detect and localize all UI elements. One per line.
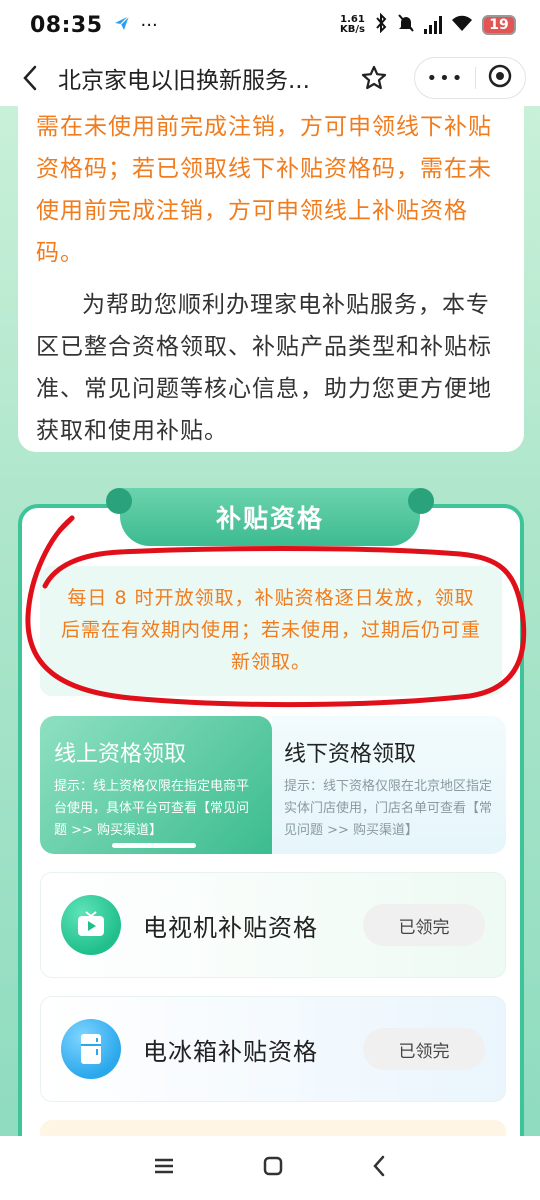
notice-box: 每日 8 时开放领取，补贴资格逐日发放，领取后需在有效期内使用；若未使用，过期后… [40,566,502,696]
status-more-icon: ··· [140,14,158,36]
page-title: 北京家电以旧换新服务... [58,68,310,94]
item-name: 电冰箱补贴资格 [143,1037,318,1066]
menu-icon[interactable] [153,1157,175,1179]
bluetooth-icon [374,12,388,38]
list-item-tv[interactable]: 电视机补贴资格 已领完 [40,872,506,978]
intro-orange-text: 需在未使用前完成注销，方可申领线下补贴资格码；若已领取线下补贴资格码，需在未使用… [36,114,492,266]
favorite-button[interactable] [356,58,392,98]
notice-text: 每日 8 时开放领取，补贴资格逐日发放，领取后需在有效期内使用；若未使用，过期后… [60,587,481,673]
online-tab-title: 线上资格领取 [54,742,187,767]
list-item-fridge[interactable]: 电冰箱补贴资格 已领完 [40,996,506,1102]
net-speed: 1.61 KB/s [340,14,365,35]
system-navigation-bar [0,1136,540,1200]
back-icon[interactable] [371,1155,387,1181]
status-bar: 08:35 ··· 1.61 KB/s 19 [0,0,540,50]
mute-icon [397,13,415,38]
subsidy-header-tab: 补贴资格 [106,488,434,546]
tab-offline-qualification[interactable]: 线下资格领取 提示：线下资格仅限在北京地区指定实体门店使用，门店名单可查看【常见… [272,716,506,854]
wifi-icon [451,13,473,37]
star-icon [361,65,387,90]
item-name: 电视机补贴资格 [143,913,318,942]
close-miniprogram-button[interactable] [487,63,513,93]
list-item-partial[interactable] [40,1120,506,1136]
tab-online-qualification[interactable]: 线上资格领取 提示：线上资格仅限在指定电商平台使用，具体平台可查看【常见问题 >… [40,716,272,854]
intro-card: 需在未使用前完成注销，方可申领线下补贴资格码；若已领取线下补贴资格码，需在未使用… [18,106,524,452]
status-badge[interactable]: 已领完 [363,904,485,946]
battery-icon: 19 [482,15,516,35]
status-badge[interactable]: 已领完 [363,1028,485,1070]
subsidy-header-label: 补贴资格 [215,504,324,533]
page-content[interactable]: 需在未使用前完成注销，方可申领线下补贴资格码；若已领取线下补贴资格码，需在未使用… [0,106,540,1136]
qualification-tabs: 线上资格领取 提示：线上资格仅限在指定电商平台使用，具体平台可查看【常见问题 >… [40,716,506,854]
mini-program-capsule: ••• [414,57,526,99]
status-time: 08:35 [30,12,103,38]
signal-icon [424,16,442,34]
nav-bar: 北京家电以旧换新服务... ••• [0,50,540,106]
home-icon[interactable] [262,1155,284,1181]
send-icon [113,13,131,37]
more-options-button[interactable]: ••• [427,68,465,89]
online-tab-tip: 提示：线上资格仅限在指定电商平台使用，具体平台可查看【常见问题 >> 购买渠道】 [54,779,250,838]
back-button[interactable] [16,58,44,98]
fridge-icon [61,1019,121,1079]
chevron-left-icon [23,65,37,91]
active-tab-indicator [112,843,196,848]
offline-tab-tip: 提示：线下资格仅限在北京地区指定实体门店使用，门店名单可查看【常见问题 >> 购… [284,779,493,838]
offline-tab-title: 线下资格领取 [284,742,417,767]
target-icon [489,64,512,88]
subsidy-card: 补贴资格 每日 8 时开放领取，补贴资格逐日发放，领取后需在有效期内使用；若未使… [18,488,524,1136]
intro-dark-text: 为帮助您顺利办理家电补贴服务，本专区已整合资格领取、补贴产品类型和补贴标准、常见… [36,292,492,444]
tv-icon [61,895,121,955]
